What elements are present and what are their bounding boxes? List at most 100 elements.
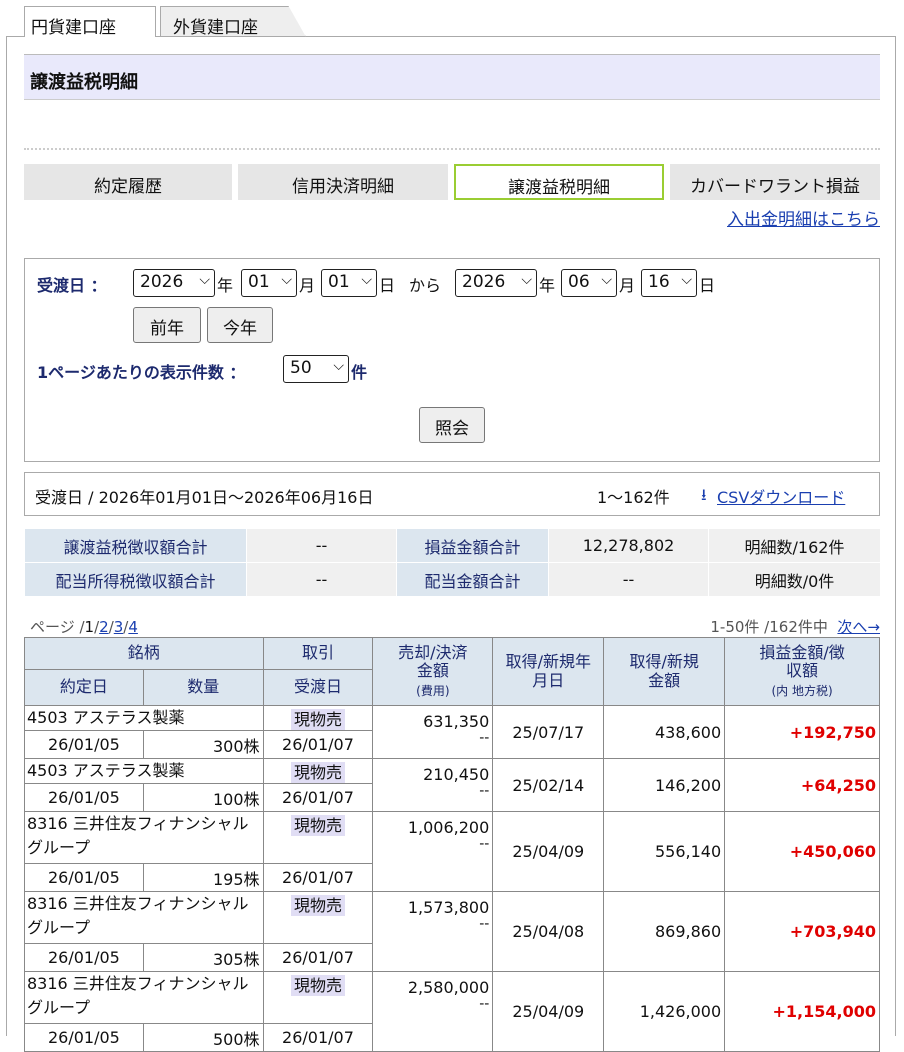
sell-amount: 1,006,200 [407,818,490,837]
nav-trade-history[interactable]: 約定履歴 [24,164,232,200]
prev-year-button[interactable]: 前年 [133,307,201,343]
stock-name[interactable]: 4503 アステラス製薬 [24,758,264,784]
tab-yen-account[interactable]: 円貨建口座 [24,6,156,38]
settle-date: 26/01/07 [262,730,374,759]
from-year-value: 2026 [140,272,184,292]
header-row: 銘柄 取引 売却/決済金額 (費用) 取得/新規年月日 取得/新規金額 損益金額/… [24,637,880,706]
header-acq-date-label: 取得/新規年月日 [505,652,591,690]
trade-type-cell: 現物売 [262,971,374,1024]
trade-date: 26/01/05 [24,943,144,972]
day-suffix: 日 [699,276,716,295]
header-stock: 銘柄 [24,637,264,670]
per-page-value: 50 [290,358,312,378]
to-month-select[interactable]: 06 ⌵ [561,269,617,297]
nav-capital-gains[interactable]: 譲渡益税明細 [454,164,664,200]
year-suffix: 年 [217,276,234,295]
sell-amount-cell: 1,006,200 -- [372,811,494,892]
tab-fx-account[interactable]: 外貨建口座 [160,6,306,37]
chevron-down-icon: ⌵ [521,272,532,288]
chevron-down-icon: ⌵ [333,358,344,374]
next-page-link[interactable]: 次へ→ [837,618,880,636]
chevron-down-icon: ⌵ [681,272,692,288]
sell-amount: 1,573,800 [407,898,490,917]
stock-name[interactable]: 8316 三井住友フィナンシャルグループ [24,971,264,1024]
summary-table: 譲渡益税徴収額合計 -- 損益金額合計 12,278,802 明細数/162件 … [24,528,881,597]
range-text: 受渡日 / 2026年01月01日〜2026年06月16日 [35,488,374,507]
stock-name[interactable]: 8316 三井住友フィナンシャルグループ [24,811,264,864]
page-link[interactable]: 3 [114,618,124,636]
to-year-select[interactable]: 2026 ⌵ [455,269,537,297]
from-month-select[interactable]: 01 ⌵ [241,269,297,297]
summary-cell: -- [246,528,397,563]
quantity: 305株 [142,943,264,972]
trade-date: 26/01/05 [24,783,144,812]
header-trade: 取引 [262,637,374,670]
from-day-select[interactable]: 01 ⌵ [321,269,377,297]
stock-name[interactable]: 8316 三井住友フィナンシャルグループ [24,891,264,944]
quantity: 500株 [142,1023,264,1052]
summary-cell: -- [548,562,709,597]
table-row: 8316 三井住友フィナンシャルグループ 現物売 1,573,800 -- 25/04/… [24,891,880,972]
settle-date: 26/01/07 [262,943,374,972]
sell-fee: -- [479,916,490,932]
sell-fee: -- [479,783,490,799]
chevron-down-icon: ⌵ [199,272,210,288]
pager: ページ /1/2/3/4 [30,618,138,636]
to-month-value: 06 [568,272,590,292]
sell-fee: -- [479,996,490,1012]
deposit-history-link[interactable]: 入出金明細はこちら [727,205,880,230]
trade-type-badge: 現物売 [290,762,345,783]
per-page-label: 1ページあたりの表示件数 ： [37,363,246,382]
sell-amount: 2,580,000 [407,978,490,997]
chevron-down-icon: ⌵ [601,272,612,288]
pl-amount: +64,250 [724,758,880,812]
quantity: 300株 [142,730,264,759]
this-year-button[interactable]: 今年 [207,307,273,343]
year-suffix: 年 [539,276,556,295]
per-page-suffix: 件 [351,363,368,382]
acq-date: 25/04/08 [492,891,605,972]
pl-amount: +450,060 [724,811,880,892]
header-fee: (費用) [416,683,450,698]
page-link[interactable]: 2 [99,618,109,636]
summary-cell: 損益金額合計 [396,528,549,563]
acq-amount: 146,200 [603,758,726,812]
to-day-value: 16 [648,272,670,292]
day-suffix: 日 [379,276,396,295]
page-link[interactable]: 4 [128,618,138,636]
settle-date: 26/01/07 [262,1023,374,1052]
download-icon: ⭳ [701,485,707,504]
trade-type-cell: 現物売 [262,705,374,731]
from-day-value: 01 [328,272,350,292]
sell-amount: 631,350 [423,712,490,731]
summary-row: 譲渡益税徴収額合計 -- 損益金額合計 12,278,802 明細数/162件 [24,528,881,563]
nav-margin-settlement[interactable]: 信用決済明細 [238,164,448,200]
sell-amount-cell: 2,580,000 -- [372,971,494,1052]
quantity: 195株 [142,863,264,892]
acq-date: 25/04/09 [492,971,605,1052]
summary-cell: 譲渡益税徴収額合計 [24,528,247,563]
csv-download-link[interactable]: CSVダウンロード [717,484,845,508]
nav-covered-warrant[interactable]: カバードワラント損益 [670,164,880,200]
per-page-select[interactable]: 50 ⌵ [283,355,349,383]
summary-row: 配当所得税徴収額合計 -- 配当金額合計 -- 明細数/0件 [24,562,881,597]
range-count: 1〜162件 [597,488,670,507]
submit-button[interactable]: 照会 [419,407,485,443]
trade-type-badge: 現物売 [290,895,345,916]
from-year-select[interactable]: 2026 ⌵ [133,269,215,297]
acq-date: 25/04/09 [492,811,605,892]
header-trade-date: 約定日 [24,669,144,706]
to-day-select[interactable]: 16 ⌵ [641,269,697,297]
acq-amount: 869,860 [603,891,726,972]
sell-amount: 210,450 [423,765,490,784]
trade-date: 26/01/05 [24,863,144,892]
trade-type-badge: 現物売 [290,975,345,996]
month-suffix: 月 [619,276,636,295]
summary-cell: 配当金額合計 [396,562,549,597]
stock-name[interactable]: 4503 アステラス製薬 [24,705,264,731]
trade-type-cell: 現物売 [262,811,374,864]
to-year-value: 2026 [462,272,506,292]
result-range: 受渡日 / 2026年01月01日〜2026年06月16日 1〜162件 ⭳ C… [24,472,880,516]
divider [24,148,880,150]
summary-cell: -- [246,562,397,597]
